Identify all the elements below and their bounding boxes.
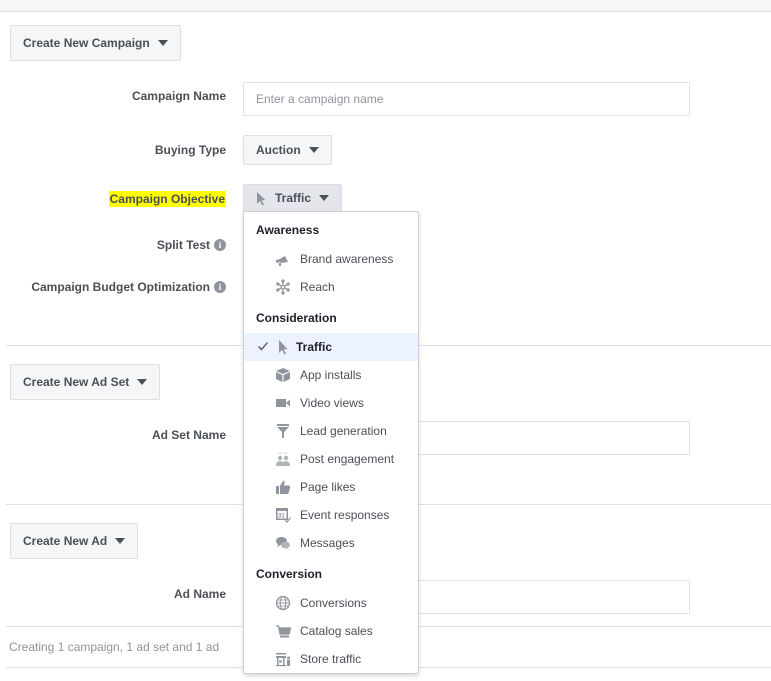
menu-item-label: Page likes xyxy=(300,480,356,494)
menu-item-brand-awareness[interactable]: Brand awareness xyxy=(244,245,418,273)
campaign-name-label: Campaign Name xyxy=(132,89,226,103)
campaign-name-input[interactable] xyxy=(243,82,690,116)
menu-item-label: Catalog sales xyxy=(300,624,373,638)
menu-item-messages[interactable]: Messages xyxy=(244,529,418,557)
ad-set-name-label-text: Ad Set Name xyxy=(151,428,226,442)
buying-type-label-text: Buying Type xyxy=(154,143,226,157)
menu-item-lead-generation[interactable]: Lead generation xyxy=(244,417,418,445)
menu-item-label: App installs xyxy=(300,368,362,382)
campaign-objective-label: Campaign Objective xyxy=(108,191,226,207)
ad-name-label-text: Ad Name xyxy=(173,587,226,601)
split-test-label: Split Test i xyxy=(157,238,226,252)
menu-item-page-likes[interactable]: Page likes xyxy=(244,473,418,501)
globe-icon xyxy=(275,595,291,611)
people-icon xyxy=(276,452,290,466)
ad-name-label: Ad Name xyxy=(174,587,226,601)
ad-set-name-label: Ad Set Name xyxy=(152,428,226,442)
box-icon xyxy=(276,368,290,382)
menu-item-label: Messages xyxy=(300,536,355,550)
caret-down-icon xyxy=(157,40,168,46)
menu-item-label: Video views xyxy=(300,396,364,410)
buying-type-value: Auction xyxy=(256,143,301,157)
caret-down-icon xyxy=(115,538,126,544)
menu-item-post-engagement[interactable]: Post engagement xyxy=(244,445,418,473)
calendar-icon: 31 xyxy=(276,508,291,523)
create-new-campaign-label: Create New Campaign xyxy=(23,36,150,50)
create-new-campaign-button[interactable]: Create New Campaign xyxy=(10,25,181,61)
split-test-label-text: Split Test xyxy=(156,238,210,252)
svg-text:31: 31 xyxy=(278,514,285,520)
menu-item-label: Store traffic xyxy=(300,652,362,666)
create-new-ad-set-button[interactable]: Create New Ad Set xyxy=(10,364,161,400)
menu-group-header-consideration: Consideration xyxy=(256,311,337,325)
create-new-ad-button[interactable]: Create New Ad xyxy=(10,523,139,559)
top-bar xyxy=(0,0,771,12)
campaign-objective-value: Traffic xyxy=(275,191,312,205)
menu-item-reach[interactable]: Reach xyxy=(244,273,418,301)
menu-item-label: Conversions xyxy=(300,596,367,610)
funnel-icon xyxy=(277,424,289,438)
menu-item-label: Post engagement xyxy=(300,452,395,466)
menu-item-traffic[interactable]: Traffic xyxy=(244,333,418,361)
creation-summary: Creating 1 campaign, 1 ad set and 1 ad xyxy=(9,640,220,654)
caret-down-icon xyxy=(319,195,330,201)
checkmark-icon xyxy=(258,342,268,351)
campaign-objective-dropdown[interactable]: Traffic xyxy=(243,184,343,212)
menu-item-label: Event responses xyxy=(300,508,390,522)
menu-item-label: Traffic xyxy=(296,340,333,354)
menu-item-app-installs[interactable]: App installs xyxy=(244,361,418,389)
info-icon[interactable]: i xyxy=(214,281,226,293)
menu-item-conversions[interactable]: Conversions xyxy=(244,589,418,617)
budget-optimization-label-text: Campaign Budget Optimization xyxy=(31,280,210,294)
cursor-icon xyxy=(257,191,266,205)
menu-item-store-traffic[interactable]: Store traffic xyxy=(244,645,418,673)
caret-down-icon xyxy=(137,379,148,385)
create-new-ad-set-label: Create New Ad Set xyxy=(23,375,130,389)
budget-optimization-label: Campaign Budget Optimization i xyxy=(31,280,226,294)
campaign-objective-label-text: Campaign Objective xyxy=(108,191,226,207)
chat-bubbles-icon xyxy=(276,537,290,550)
menu-group-header-conversion: Conversion xyxy=(256,567,323,581)
store-icon xyxy=(276,653,290,667)
reach-icon xyxy=(276,279,290,295)
menu-item-video-views[interactable]: Video views xyxy=(244,389,418,417)
cursor-icon xyxy=(279,340,288,355)
cart-icon xyxy=(276,625,291,638)
buying-type-label: Buying Type xyxy=(155,143,226,157)
menu-item-event-responses[interactable]: 31 Event responses xyxy=(244,501,418,529)
menu-item-label: Reach xyxy=(300,280,335,294)
buying-type-dropdown[interactable]: Auction xyxy=(243,135,332,165)
menu-item-label: Lead generation xyxy=(300,424,387,438)
menu-item-label: Brand awareness xyxy=(300,252,394,266)
megaphone-icon xyxy=(275,256,288,266)
video-camera-icon xyxy=(276,399,290,407)
menu-group-header-awareness: Awareness xyxy=(256,223,320,237)
caret-down-icon xyxy=(308,147,319,153)
menu-item-catalog-sales[interactable]: Catalog sales xyxy=(244,617,418,645)
objective-dropdown-menu: Awareness Brand awareness Reach Consider… xyxy=(243,211,419,674)
thumbs-up-icon xyxy=(276,480,291,494)
info-icon[interactable]: i xyxy=(214,239,226,251)
campaign-name-label-text: Campaign Name xyxy=(131,89,226,103)
create-new-ad-label: Create New Ad xyxy=(23,534,108,548)
